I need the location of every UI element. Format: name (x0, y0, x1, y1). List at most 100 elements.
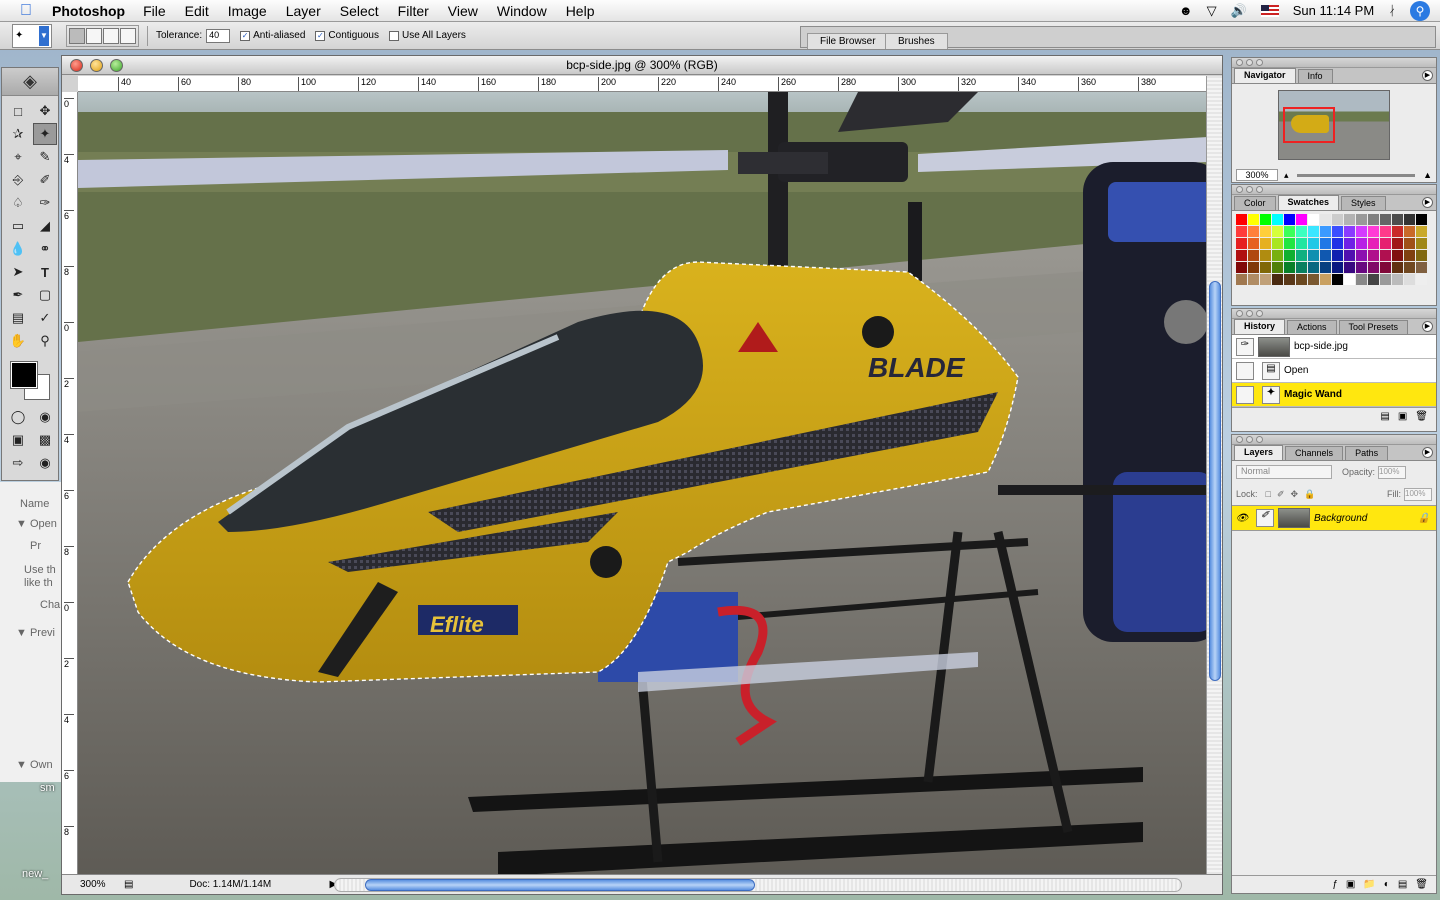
color-swatch[interactable] (1296, 238, 1307, 249)
quick-mask-icon[interactable]: ◉ (33, 406, 57, 428)
menu-select[interactable]: Select (340, 3, 379, 19)
zoom-in-icon[interactable]: ▲ (1423, 170, 1432, 180)
color-swatch[interactable] (1344, 238, 1355, 249)
intersect-selection-button[interactable] (120, 27, 136, 44)
color-swatch[interactable] (1260, 226, 1271, 237)
web-icon[interactable]: ◉ (33, 452, 57, 474)
spotlight-search-icon[interactable]: ⚲ (1410, 0, 1430, 21)
brush-tool-icon[interactable]: ✐ (33, 169, 57, 191)
color-swatch[interactable] (1284, 238, 1295, 249)
menu-filter[interactable]: Filter (398, 3, 429, 19)
color-swatch[interactable] (1416, 214, 1427, 225)
document-info-icon[interactable]: ▤ (124, 879, 133, 890)
color-swatch[interactable] (1296, 226, 1307, 237)
color-swatch[interactable] (1320, 262, 1331, 273)
new-document-from-state-icon[interactable]: ▤ (1380, 411, 1389, 422)
marquee-tool-icon[interactable]: □ (6, 100, 30, 122)
foreground-color-swatch[interactable] (10, 361, 38, 389)
color-swatch[interactable] (1368, 274, 1379, 285)
zoom-level-field[interactable]: 300% (62, 879, 124, 890)
color-swatch[interactable] (1332, 274, 1343, 285)
menu-app-photoshop[interactable]: Photoshop (52, 3, 125, 19)
color-swatch[interactable] (1308, 226, 1319, 237)
color-swatch[interactable] (1404, 274, 1415, 285)
color-swatch[interactable] (1332, 226, 1343, 237)
history-brush-icon[interactable]: ✑ (33, 192, 57, 214)
palette-zoom-icon[interactable] (1256, 59, 1263, 66)
palette-minimize-icon[interactable] (1246, 436, 1253, 443)
color-swatch[interactable] (1344, 262, 1355, 273)
color-swatch[interactable] (1380, 226, 1391, 237)
tab-channels[interactable]: Channels (1285, 446, 1344, 460)
move-tool-icon[interactable]: ✥ (33, 100, 57, 122)
color-swatch[interactable] (1332, 250, 1343, 261)
color-swatch[interactable] (1320, 274, 1331, 285)
tab-brushes[interactable]: Brushes (885, 33, 948, 49)
vertical-scroll-thumb[interactable] (1209, 281, 1221, 681)
color-swatch[interactable] (1296, 250, 1307, 261)
bluetooth-icon[interactable]: ᛅ (1388, 3, 1396, 18)
bg-item[interactable]: Name (20, 498, 49, 510)
magic-wand-tool-icon[interactable]: ✦ (33, 123, 57, 145)
adjustment-layer-icon[interactable]: ◐ (1384, 879, 1390, 890)
new-layer-icon[interactable]: ▤ (1398, 879, 1407, 890)
new-group-icon[interactable]: 📁 (1363, 879, 1375, 890)
zoom-tool-icon[interactable]: ⚲ (33, 330, 57, 352)
tab-info[interactable]: Info (1297, 69, 1333, 83)
apple-menu-icon[interactable]:  (0, 2, 52, 20)
subtract-from-selection-button[interactable] (103, 27, 119, 44)
color-swatch[interactable] (1380, 274, 1391, 285)
color-swatch[interactable] (1356, 238, 1367, 249)
tab-navigator[interactable]: Navigator (1234, 68, 1296, 83)
color-swatch[interactable] (1320, 226, 1331, 237)
color-swatch[interactable] (1296, 262, 1307, 273)
blend-mode-select[interactable]: Normal (1236, 465, 1332, 479)
palette-zoom-icon[interactable] (1256, 186, 1263, 193)
color-swatch[interactable] (1368, 262, 1379, 273)
color-swatch[interactable] (1392, 274, 1403, 285)
menu-clock[interactable]: Sun 11:14 PM (1293, 3, 1374, 18)
bg-item[interactable]: Pr (30, 540, 41, 552)
type-tool-icon[interactable]: T (33, 261, 57, 283)
color-swatch[interactable] (1320, 250, 1331, 261)
fill-input[interactable]: 100% (1404, 487, 1432, 501)
color-swatch[interactable] (1284, 274, 1295, 285)
color-swatch[interactable] (1368, 214, 1379, 225)
lock-all-icon[interactable]: 🔒 (1304, 489, 1315, 500)
color-swatch[interactable] (1332, 262, 1343, 273)
healing-brush-icon[interactable]: ⎆ (6, 169, 30, 191)
color-swatch[interactable] (1308, 262, 1319, 273)
anti-aliased-checkbox[interactable]: ✓ Anti-aliased (240, 30, 305, 41)
navigator-zoom-slider[interactable] (1296, 173, 1416, 177)
color-swatch[interactable] (1368, 226, 1379, 237)
color-swatch[interactable] (1404, 250, 1415, 261)
shape-tool-icon[interactable]: ▢ (33, 284, 57, 306)
tool-preset-picker[interactable]: ✦ ▼ (12, 23, 52, 48)
color-swatch[interactable] (1260, 214, 1271, 225)
color-swatch[interactable] (1380, 250, 1391, 261)
history-step[interactable]: ✦ Magic Wand (1232, 383, 1436, 407)
screen-mode-icon[interactable]: ▣ (6, 429, 30, 451)
tab-actions[interactable]: Actions (1287, 320, 1337, 334)
color-swatch[interactable] (1344, 250, 1355, 261)
color-swatch[interactable] (1392, 250, 1403, 261)
add-mask-icon[interactable]: ▣ (1346, 879, 1355, 890)
tab-history[interactable]: History (1234, 319, 1286, 334)
color-swatch[interactable] (1416, 274, 1427, 285)
palette-close-icon[interactable] (1236, 59, 1243, 66)
opacity-input[interactable]: 100% (1378, 465, 1407, 479)
standard-mode-icon[interactable]: ◯ (6, 406, 30, 428)
contiguous-checkbox[interactable]: ✓ Contiguous (315, 30, 379, 41)
jump-to-imageready-icon[interactable]: ⇨ (6, 452, 30, 474)
menu-image[interactable]: Image (228, 3, 267, 19)
color-swatch[interactable] (1236, 274, 1247, 285)
vertical-ruler[interactable]: 0 4 6 8 0 2 4 6 8 0 2 4 6 8 (62, 92, 78, 874)
palette-zoom-icon[interactable] (1256, 310, 1263, 317)
color-swatch[interactable] (1248, 226, 1259, 237)
color-swatch[interactable] (1416, 226, 1427, 237)
color-swatch[interactable] (1404, 226, 1415, 237)
dodge-tool-icon[interactable]: ⚭ (33, 238, 57, 260)
color-swatch[interactable] (1272, 214, 1283, 225)
lock-transparency-icon[interactable]: □ (1266, 489, 1271, 499)
color-swatch[interactable] (1248, 214, 1259, 225)
